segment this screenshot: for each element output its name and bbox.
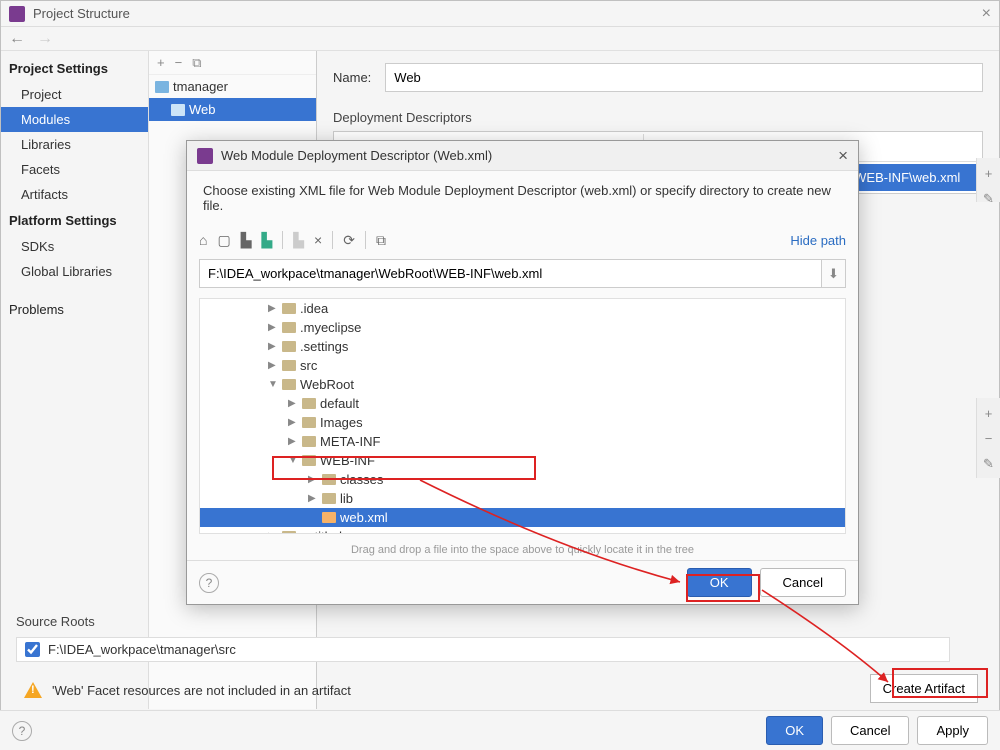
remove-icon[interactable]: − xyxy=(175,55,183,70)
tree-node-tmanager[interactable]: tmanager xyxy=(149,75,316,98)
side-buttons2: + − ✎ xyxy=(976,398,1000,478)
window-titlebar: Project Structure × xyxy=(1,1,999,27)
help-icon[interactable]: ? xyxy=(12,721,32,741)
back-icon[interactable]: ← xyxy=(9,30,25,48)
tree-node-web[interactable]: Web xyxy=(149,98,316,121)
source-root-row[interactable]: F:\IDEA_workpace\tmanager\src xyxy=(16,637,950,662)
showhidden-icon[interactable]: ⧉ xyxy=(376,232,386,249)
cancel-button[interactable]: Cancel xyxy=(831,716,909,745)
window-title: Project Structure xyxy=(33,6,130,21)
window-close-icon[interactable]: × xyxy=(982,5,991,23)
copy-icon[interactable]: ⧉ xyxy=(192,55,201,71)
edit-icon[interactable]: ✎ xyxy=(983,456,994,472)
project-icon[interactable]: ▙ xyxy=(241,232,252,249)
file-tree[interactable]: ▶.idea ▶.myeclipse ▶.settings ▶src ▼WebR… xyxy=(199,298,846,534)
forward-icon[interactable]: → xyxy=(37,30,53,48)
add-icon[interactable]: + xyxy=(157,55,165,70)
minus-icon[interactable]: − xyxy=(985,431,993,446)
dialog-hint: Drag and drop a file into the space abov… xyxy=(187,540,858,560)
name-input[interactable] xyxy=(385,63,983,92)
dialog-close-icon[interactable]: × xyxy=(838,146,848,166)
folder-icon xyxy=(155,81,169,93)
tree-node-webxml[interactable]: web.xml xyxy=(200,508,845,527)
apply-button[interactable]: Apply xyxy=(917,716,988,745)
folder-icon xyxy=(171,104,185,116)
module-icon[interactable]: ▙ xyxy=(261,232,272,249)
heading-platform-settings: Platform Settings xyxy=(1,207,148,234)
sidebar-item-project[interactable]: Project xyxy=(1,82,148,107)
sidebar-item-sdks[interactable]: SDKs xyxy=(1,234,148,259)
dialog-cancel-button[interactable]: Cancel xyxy=(760,568,846,597)
delete-icon[interactable]: × xyxy=(314,232,322,248)
refresh-icon[interactable]: ⟳ xyxy=(343,232,355,249)
history-icon[interactable]: ⬇ xyxy=(822,259,846,288)
app-logo xyxy=(9,6,25,22)
dialog-ok-button[interactable]: OK xyxy=(687,568,752,597)
source-root-checkbox[interactable] xyxy=(25,642,40,657)
name-label: Name: xyxy=(333,70,371,85)
path-input[interactable] xyxy=(199,259,822,288)
newfolder-icon[interactable]: ▙ xyxy=(293,232,304,249)
source-roots-title: Source Roots xyxy=(16,614,950,629)
edit-icon[interactable]: ✎ xyxy=(983,191,994,207)
dialog-help-icon[interactable]: ? xyxy=(199,573,219,593)
sidebar-item-artifacts[interactable]: Artifacts xyxy=(1,182,148,207)
sidebar-item-facets[interactable]: Facets xyxy=(1,157,148,182)
sidebar-item-modules[interactable]: Modules xyxy=(1,107,148,132)
desktop-icon[interactable]: ▢ xyxy=(217,232,230,249)
side-buttons: + ✎ xyxy=(976,158,1000,202)
warning-row: 'Web' Facet resources are not included i… xyxy=(16,676,950,704)
settings-sidebar: Project Settings Project Modules Librari… xyxy=(1,51,149,709)
hide-path-link[interactable]: Hide path xyxy=(790,233,846,248)
descriptor-dialog: Web Module Deployment Descriptor (Web.xm… xyxy=(186,140,859,605)
create-artifact-button[interactable]: Create Artifact xyxy=(870,674,978,703)
sidebar-item-problems[interactable]: Problems xyxy=(1,296,148,323)
deployment-descriptors-title: Deployment Descriptors xyxy=(333,110,983,125)
home-icon[interactable]: ⌂ xyxy=(199,232,207,248)
heading-project-settings: Project Settings xyxy=(1,55,148,82)
dialog-message: Choose existing XML file for Web Module … xyxy=(187,171,858,225)
dialog-logo xyxy=(197,148,213,164)
sidebar-item-global-libraries[interactable]: Global Libraries xyxy=(1,259,148,284)
plus-icon[interactable]: + xyxy=(985,166,993,181)
warning-icon xyxy=(24,682,42,698)
dialog-title: Web Module Deployment Descriptor (Web.xm… xyxy=(221,148,492,163)
sidebar-item-libraries[interactable]: Libraries xyxy=(1,132,148,157)
nav-toolbar: ← → xyxy=(1,27,999,51)
plus-icon[interactable]: + xyxy=(985,406,993,421)
ok-button[interactable]: OK xyxy=(766,716,823,745)
